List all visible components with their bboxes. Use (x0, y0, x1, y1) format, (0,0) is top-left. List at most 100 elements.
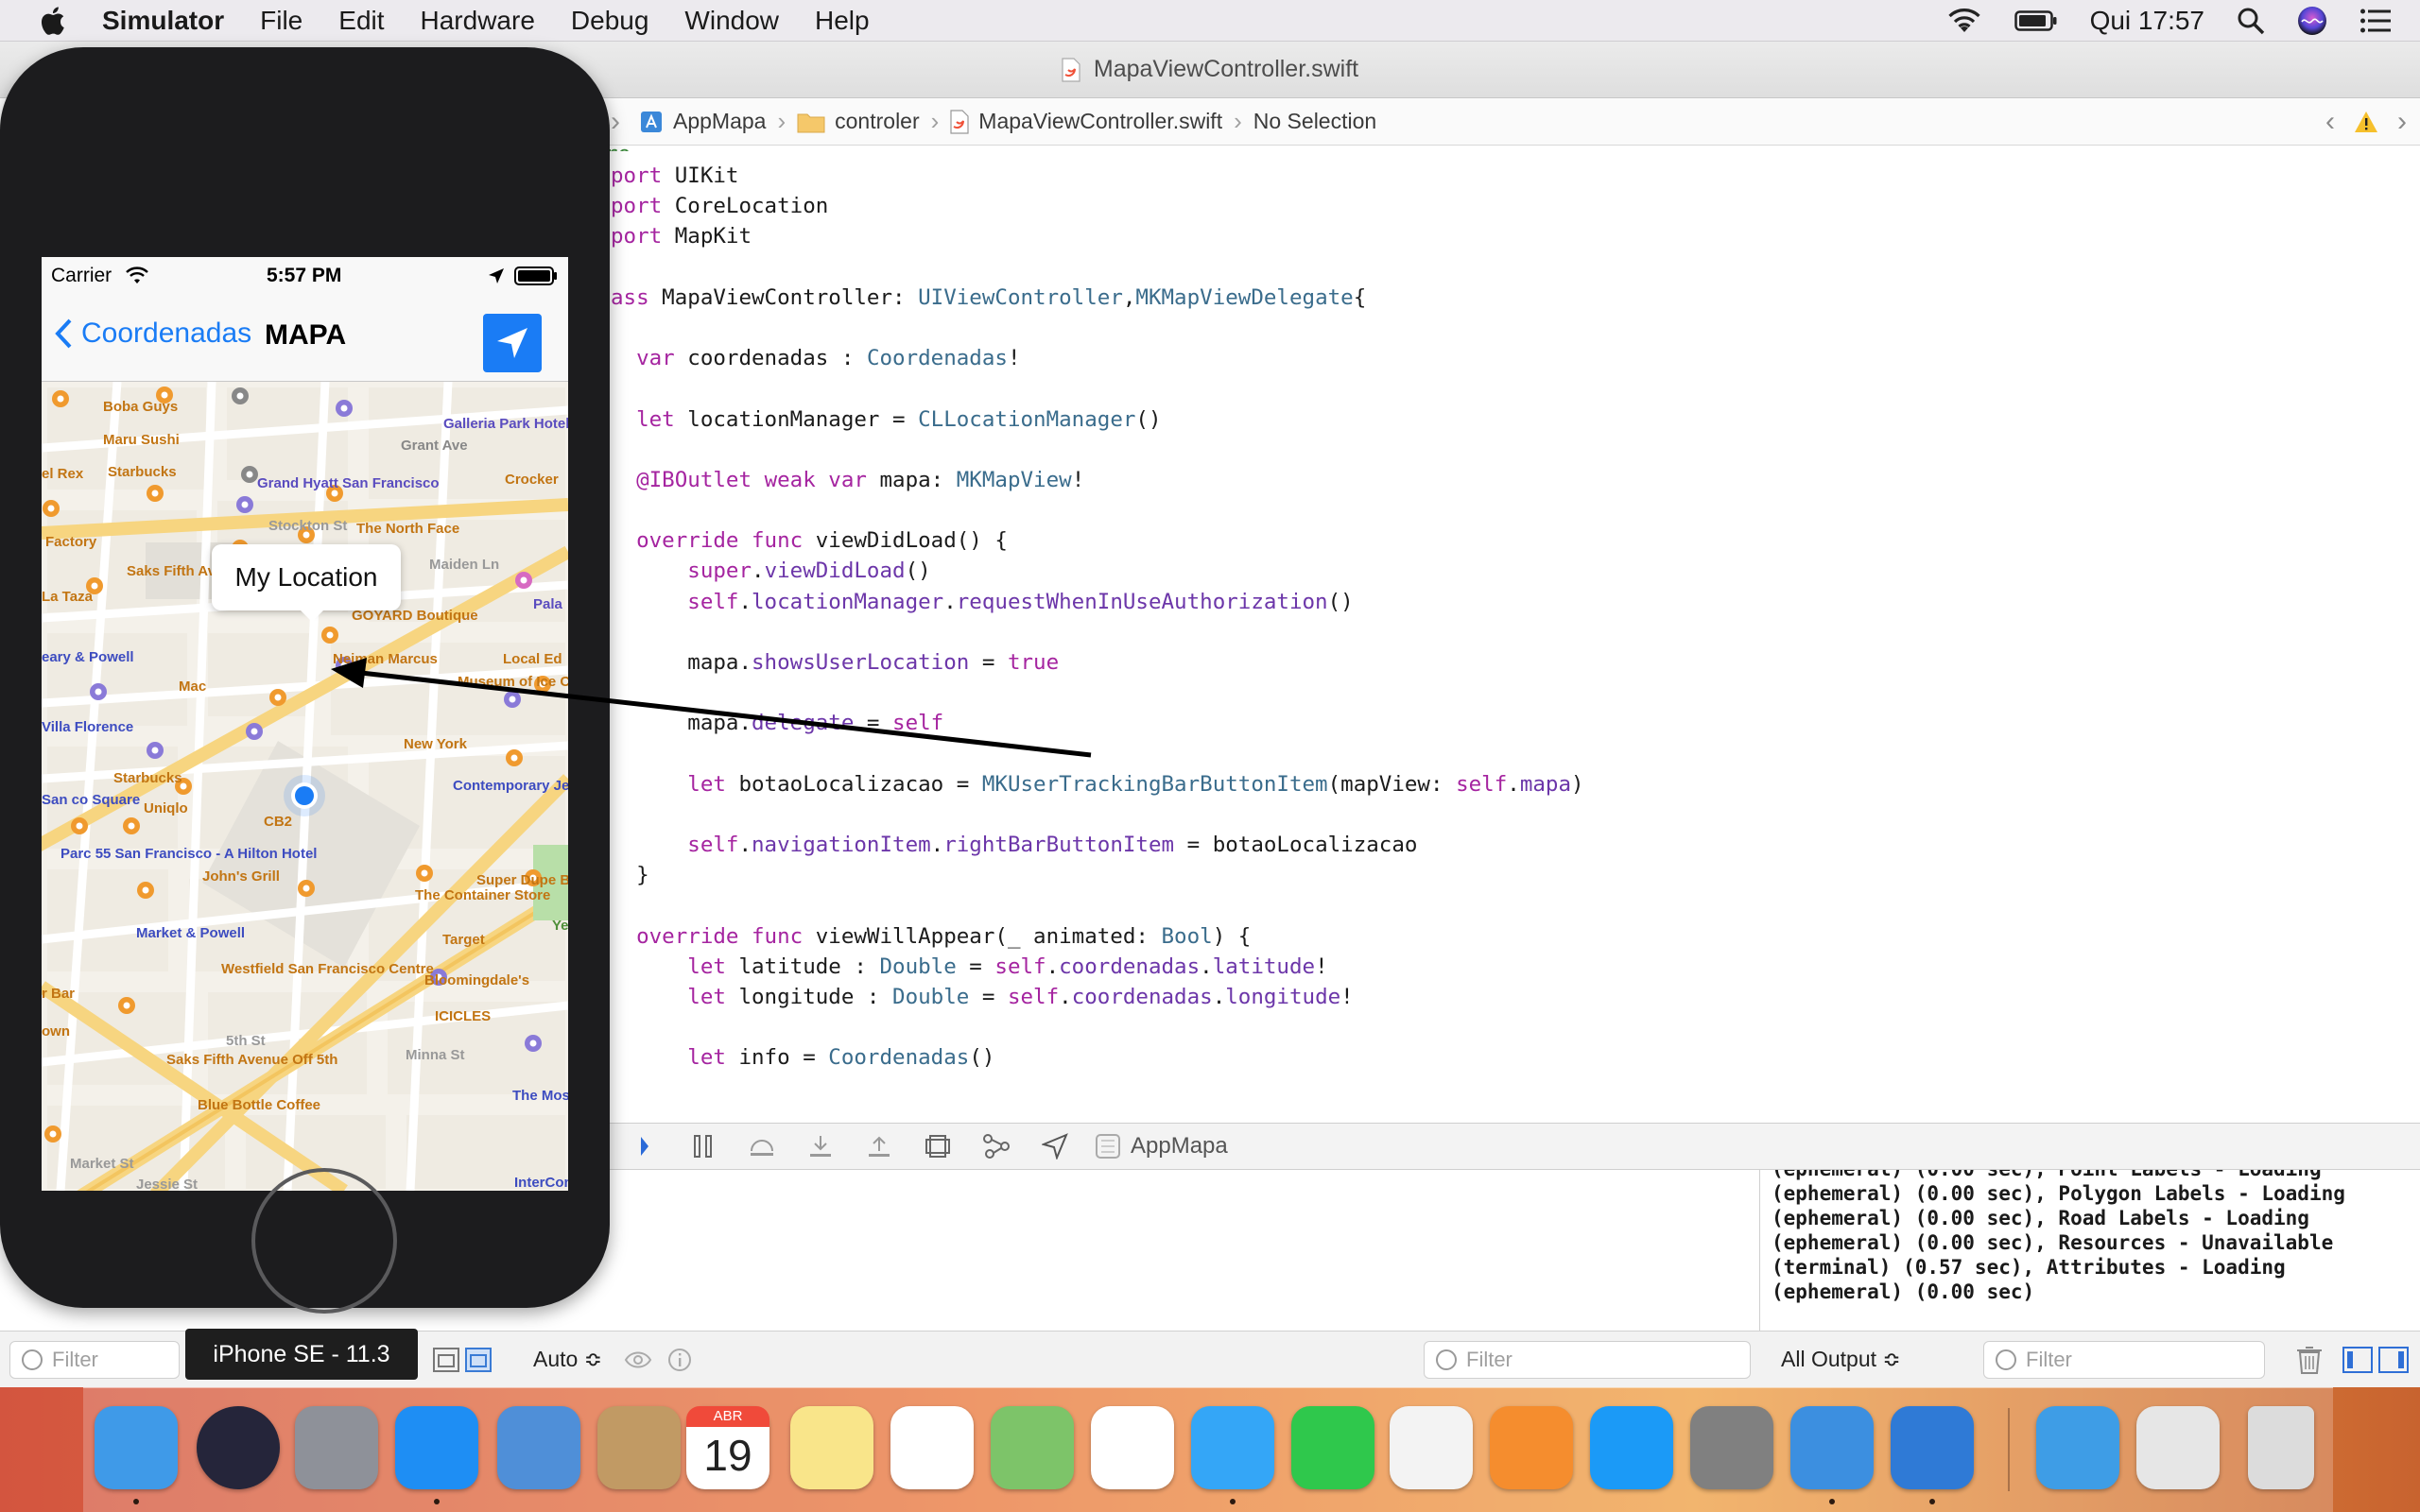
user-tracking-button[interactable] (483, 314, 542, 372)
notification-center-icon[interactable] (2360, 8, 2392, 34)
trash-icon[interactable] (2295, 1345, 2324, 1375)
map-label: Crocker (505, 472, 559, 488)
map-poi-icon-dot (142, 886, 149, 894)
map-poi-icon-dot (510, 754, 518, 762)
reminders-dock-icon[interactable] (890, 1406, 974, 1489)
breadcrumb-project[interactable]: AppMapa (639, 109, 766, 134)
code-line: self.navigationItem.rightBarButtonItem =… (687, 833, 1418, 858)
clipped-comment-line: // Copyright © 2018 AppMapa. All rights … (605, 146, 1172, 151)
dock-separator (2008, 1408, 2010, 1491)
breadcrumb-separator: › (930, 107, 940, 135)
navigator-filter-field[interactable]: Filter (9, 1341, 180, 1379)
map-label: Bloomingdale's (424, 972, 529, 988)
wifi-icon[interactable] (1946, 8, 1982, 34)
pause-icon[interactable] (684, 1130, 722, 1162)
debug-scheme[interactable]: AppMapa (1095, 1133, 1228, 1160)
previous-issue-icon[interactable]: ‹ (2325, 106, 2335, 138)
preview-dock-icon[interactable] (2136, 1406, 2220, 1489)
map-label: Grand Hyatt San Francisco (257, 475, 440, 491)
calendar-dock-icon[interactable]: ABR 19 (686, 1406, 769, 1489)
map-label: Contemporary Jewish Museum (453, 778, 568, 794)
map-label: Minna St (406, 1047, 465, 1063)
code-line: ass MapaViewController: UIViewController… (611, 284, 1367, 310)
auto-variables-popup[interactable]: Auto ≎ (533, 1347, 602, 1372)
code-line: mapa.delegate = self (611, 711, 944, 736)
menu-edit[interactable]: Edit (338, 6, 384, 36)
back-button[interactable]: Coordenadas (53, 318, 251, 350)
console-filter-field[interactable]: Filter (1983, 1341, 2265, 1379)
map-label: Neiman Marcus (333, 651, 438, 667)
xcode-dock-icon[interactable] (1790, 1406, 1874, 1489)
code-editor[interactable]: // Copyright © 2018 AppMapa. All rights … (605, 146, 2420, 1123)
map-poi-icon-dot (151, 747, 159, 754)
view-debugger-icon[interactable] (919, 1130, 957, 1162)
eye-icon[interactable] (624, 1349, 652, 1371)
facetime-dock-icon[interactable] (1291, 1406, 1374, 1489)
show-variables-icon[interactable] (2342, 1347, 2373, 1373)
step-out-icon[interactable] (860, 1130, 898, 1162)
chevron-right-icon[interactable]: › (611, 106, 620, 138)
map-label: Museum of Ice Cream (458, 674, 568, 690)
filter-placeholder: Filter (1466, 1348, 1512, 1371)
swift-file-icon (1062, 57, 1080, 82)
mail-dock-icon[interactable] (497, 1406, 580, 1489)
step-over-icon[interactable] (743, 1130, 781, 1162)
map-poi-icon-dot (274, 694, 282, 701)
my-location-callout[interactable]: My Location (212, 544, 401, 622)
breadcrumb-label: controler (835, 109, 920, 133)
menu-help[interactable]: Help (815, 6, 870, 36)
launchpad-dock-icon[interactable] (295, 1406, 378, 1489)
menu-clock[interactable]: Qui 17:57 (2090, 6, 2204, 36)
inspector-layout-icon[interactable] (465, 1348, 492, 1372)
map-label: Galleria Park Hotel (443, 416, 568, 432)
itunes-dock-icon[interactable] (1390, 1406, 1473, 1489)
map-view[interactable]: Boba Guys Maru Sushi Galleria Park Hotel Gr… (42, 382, 568, 1191)
running-indicator (1929, 1499, 1935, 1504)
editor-layout-icon[interactable] (433, 1348, 459, 1372)
console-output-popup[interactable]: All Output ≎ (1781, 1347, 1901, 1372)
memory-graph-icon[interactable] (977, 1130, 1015, 1162)
system-preferences-dock-icon[interactable] (1690, 1406, 1773, 1489)
map-poi-icon-dot (241, 501, 249, 508)
breadcrumb-selection[interactable]: No Selection (1253, 109, 1376, 134)
device-screen[interactable]: Carrier 5:57 PM Coordenadas MAPA Boba Gu… (42, 257, 568, 1191)
siri-icon[interactable] (2297, 6, 2327, 36)
menu-window[interactable]: Window (684, 6, 779, 36)
spotlight-search-icon[interactable] (2237, 7, 2265, 35)
breadcrumb-folder[interactable]: controler (797, 109, 920, 134)
safari-dock-icon[interactable] (395, 1406, 478, 1489)
trash-dock-icon[interactable] (2248, 1406, 2314, 1489)
next-issue-icon[interactable]: › (2397, 106, 2407, 138)
notes-dock-icon[interactable] (790, 1406, 873, 1489)
ibooks-dock-icon[interactable] (1490, 1406, 1573, 1489)
running-indicator (434, 1499, 440, 1504)
simulate-location-icon[interactable] (1036, 1130, 1074, 1162)
app-store-dock-icon[interactable] (1590, 1406, 1673, 1489)
contacts-dock-icon[interactable] (597, 1406, 681, 1489)
maps-dock-icon[interactable] (991, 1406, 1074, 1489)
folder-dock-icon[interactable] (2036, 1406, 2119, 1489)
home-button[interactable] (251, 1168, 397, 1314)
menu-hardware[interactable]: Hardware (421, 6, 535, 36)
toggle-console-icon[interactable] (626, 1130, 664, 1162)
apple-icon[interactable] (38, 4, 72, 38)
menu-debug[interactable]: Debug (571, 6, 649, 36)
variables-filter-field[interactable]: Filter (1424, 1341, 1751, 1379)
debug-bar: AppMapa (605, 1123, 2420, 1170)
siri-dock-icon[interactable] (197, 1406, 280, 1489)
battery-icon[interactable] (2014, 9, 2058, 32)
breadcrumb-file[interactable]: MapaViewController.swift (950, 109, 1222, 134)
messages-dock-icon[interactable] (1191, 1406, 1274, 1489)
step-into-icon[interactable] (802, 1130, 839, 1162)
app-menu-simulator[interactable]: Simulator (102, 6, 224, 36)
finder-dock-icon[interactable] (95, 1406, 178, 1489)
filter-icon (22, 1349, 43, 1370)
menu-file[interactable]: File (260, 6, 302, 36)
photos-dock-icon[interactable] (1091, 1406, 1174, 1489)
show-console-icon[interactable] (2378, 1347, 2409, 1373)
code-line: } (611, 863, 649, 888)
simulator-dock-icon[interactable] (1891, 1406, 1974, 1489)
warning-icon[interactable] (2354, 111, 2378, 133)
info-icon[interactable] (667, 1348, 692, 1372)
